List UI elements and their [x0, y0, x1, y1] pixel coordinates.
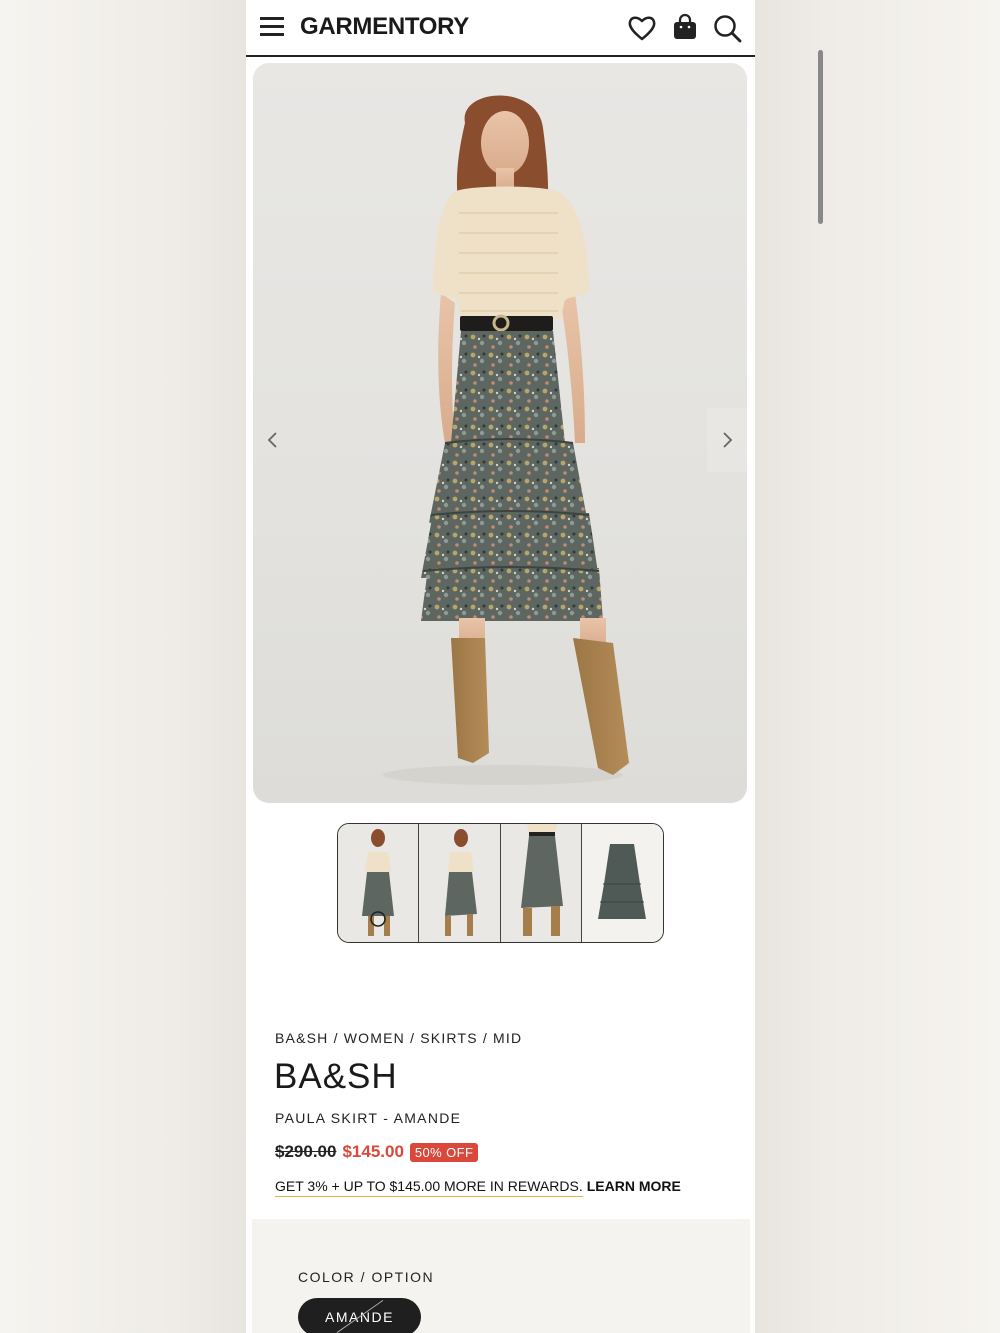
search-icon[interactable]	[711, 12, 743, 44]
scrollbar[interactable]	[818, 50, 823, 224]
thumbnail-1[interactable]	[338, 824, 420, 942]
previous-image-button[interactable]	[253, 408, 293, 472]
site-logo[interactable]: GARMENTORY	[300, 13, 469, 41]
thumbnail-strip	[337, 823, 664, 943]
price-row: $290.00 $145.00 50% OFF	[275, 1142, 479, 1162]
breadcrumb-separator: /	[333, 1030, 344, 1046]
thumbnail-4[interactable]	[581, 824, 663, 942]
breadcrumb: BA&SH / WOMEN / SKIRTS / MID	[275, 1030, 522, 1046]
next-image-button[interactable]	[707, 408, 747, 472]
original-price: $290.00	[275, 1142, 337, 1161]
discount-badge: 50% OFF	[409, 1142, 479, 1162]
shopping-bag-icon[interactable]	[669, 12, 701, 44]
options-panel: COLOR / OPTION AMANDE	[252, 1219, 750, 1333]
breadcrumb-women[interactable]: WOMEN	[344, 1030, 405, 1046]
background-left	[0, 0, 246, 1333]
learn-more-link[interactable]: LEARN MORE	[587, 1178, 681, 1194]
chevron-right-icon	[723, 432, 733, 448]
color-option-pill[interactable]: AMANDE	[298, 1298, 421, 1333]
mobile-viewport: GARMENTORY BA&SH / WOMEN / SKIRTS / MID …	[246, 0, 755, 1333]
breadcrumb-separator: /	[410, 1030, 421, 1046]
rewards-text: GET 3% + UP TO $145.00 MORE IN REWARDS.	[275, 1178, 583, 1197]
menu-icon[interactable]	[260, 15, 286, 39]
chevron-left-icon	[267, 432, 277, 448]
sale-price: $145.00	[342, 1142, 404, 1161]
background-right	[754, 0, 1000, 1333]
heart-icon[interactable]	[626, 12, 658, 44]
product-brand[interactable]: BA&SH	[274, 1057, 398, 1097]
product-name: PAULA SKIRT - AMANDE	[275, 1110, 462, 1126]
breadcrumb-skirts[interactable]: SKIRTS	[420, 1030, 478, 1046]
option-label: COLOR / OPTION	[298, 1269, 435, 1285]
breadcrumb-separator: /	[482, 1030, 494, 1046]
thumbnail-3[interactable]	[500, 824, 582, 942]
thumbnail-2[interactable]	[419, 824, 501, 942]
product-main-image[interactable]	[253, 63, 747, 803]
model-photo	[383, 95, 629, 785]
site-header: GARMENTORY	[246, 0, 755, 57]
breadcrumb-mid[interactable]: MID	[493, 1030, 522, 1046]
rewards-line: GET 3% + UP TO $145.00 MORE IN REWARDS. L…	[275, 1178, 681, 1197]
breadcrumb-brand[interactable]: BA&SH	[275, 1030, 328, 1046]
